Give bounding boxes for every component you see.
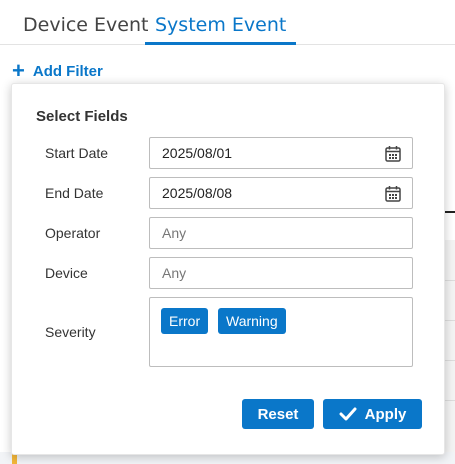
background-table	[445, 240, 455, 460]
start-date-label: Start Date	[45, 145, 109, 161]
device-field[interactable]: Any	[149, 257, 413, 289]
add-filter-label: Add Filter	[32, 62, 103, 80]
filter-panel: Select Fields Start Date 2025/08/01 End …	[11, 83, 445, 455]
end-date-field[interactable]: 2025/08/08	[149, 177, 413, 209]
background-row-line	[445, 400, 455, 401]
tab-device-event[interactable]: Device Event	[23, 10, 148, 44]
background-row-line	[445, 320, 455, 321]
start-date-value: 2025/08/01	[162, 145, 233, 161]
end-date-label: End Date	[45, 185, 104, 201]
operator-value: Any	[162, 225, 187, 241]
apply-label: Apply	[364, 405, 407, 423]
operator-label: Operator	[45, 225, 101, 241]
reset-label: Reset	[257, 405, 299, 423]
reset-button[interactable]: Reset	[242, 399, 314, 429]
end-date-value: 2025/08/08	[162, 185, 233, 201]
tab-system-event[interactable]: System Event	[145, 10, 297, 45]
background-row-line	[445, 280, 455, 281]
check-icon	[339, 407, 357, 421]
device-label: Device	[45, 265, 88, 281]
device-value: Any	[162, 265, 187, 281]
severity-chip-error[interactable]: Error	[161, 308, 209, 334]
plus-icon: +	[12, 58, 25, 83]
background-row-line	[445, 360, 455, 361]
event-tabs: Device Event System Event	[0, 0, 455, 45]
panel-title: Select Fields	[36, 108, 128, 125]
severity-chip-warning[interactable]: Warning	[218, 308, 286, 334]
calendar-icon[interactable]	[385, 145, 401, 162]
operator-field[interactable]: Any	[149, 217, 413, 249]
start-date-field[interactable]: 2025/08/01	[149, 137, 413, 169]
severity-field[interactable]: Error Warning	[149, 297, 413, 367]
severity-label: Severity	[45, 324, 96, 340]
add-filter-button[interactable]: + Add Filter	[12, 60, 103, 82]
background-divider	[445, 211, 455, 213]
calendar-icon[interactable]	[385, 185, 401, 202]
apply-button[interactable]: Apply	[323, 399, 422, 429]
